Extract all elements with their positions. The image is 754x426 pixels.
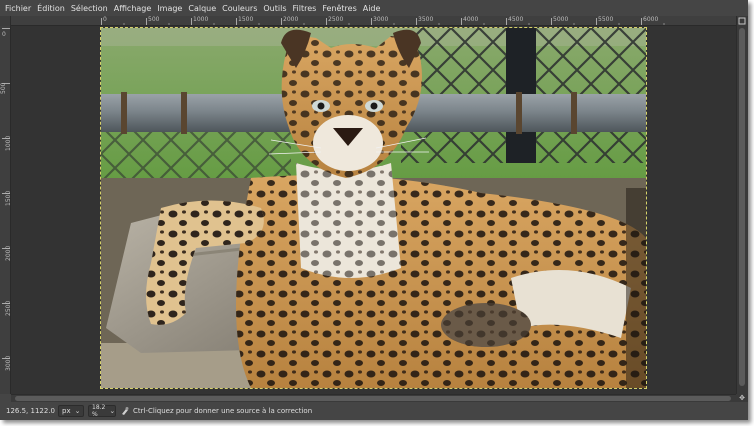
menu-filtres[interactable]: Filtres	[290, 4, 320, 13]
image-layer[interactable]	[100, 27, 647, 389]
menu-calque[interactable]: Calque	[185, 4, 219, 13]
zoom-select[interactable]: 18.2 % ⌄	[88, 404, 116, 418]
menu-fichier[interactable]: Fichier	[0, 4, 34, 13]
menubar: Fichier Édition Sélection Affichage Imag…	[0, 0, 748, 16]
chevron-down-icon: ⌄	[74, 407, 81, 415]
menu-selection[interactable]: Sélection	[68, 4, 111, 13]
leopard-photo	[101, 28, 646, 388]
horizontal-scrollbar-thumb[interactable]	[15, 396, 731, 401]
vertical-scrollbar-thumb[interactable]	[739, 28, 745, 386]
ruler-corner-button[interactable]	[0, 16, 11, 26]
ruler-left-label: 0	[2, 31, 6, 38]
menu-outils[interactable]: Outils	[260, 4, 289, 13]
horizontal-ruler[interactable]: 0 500 1000 1500 2000 2500 3000 3500 4000…	[11, 16, 736, 26]
status-message: Ctrl-Cliquez pour donner une source à la…	[133, 407, 313, 415]
unit-value: px	[62, 407, 71, 415]
pointer-coordinates: 126.5, 1122.0	[6, 407, 55, 415]
menu-couleurs[interactable]: Couleurs	[219, 4, 260, 13]
vertical-ruler[interactable]: 0 500 1000 1500 2000 2500 3000	[0, 26, 11, 394]
menu-image[interactable]: Image	[154, 4, 185, 13]
ruler-left-label: 500	[0, 82, 7, 94]
zoom-value: 18.2 %	[92, 404, 106, 418]
menu-fenetres[interactable]: Fenêtres	[319, 4, 359, 13]
navigate-icon[interactable]: ✥	[736, 394, 748, 402]
menu-aide[interactable]: Aide	[360, 4, 384, 13]
menu-affichage[interactable]: Affichage	[111, 4, 155, 13]
clone-tool-icon	[122, 407, 129, 415]
ruler-left-ticks: 0 500 1000 1500 2000 2500 3000	[0, 28, 10, 371]
chevron-down-icon: ⌄	[109, 407, 116, 415]
horizontal-scrollbar[interactable]	[11, 394, 736, 402]
menu-edition[interactable]: Édition	[34, 4, 68, 13]
gimp-window: Fichier Édition Sélection Affichage Imag…	[0, 0, 748, 420]
ruler-top-ticks	[101, 18, 665, 25]
zoom-image-toggle-icon[interactable]	[737, 16, 749, 26]
unit-select[interactable]: px ⌄	[58, 405, 84, 417]
statusbar: 126.5, 1122.0 px ⌄ 18.2 % ⌄ Ctrl-Cliquez…	[0, 402, 748, 420]
vertical-scrollbar[interactable]	[736, 16, 748, 394]
image-canvas[interactable]	[11, 26, 736, 394]
